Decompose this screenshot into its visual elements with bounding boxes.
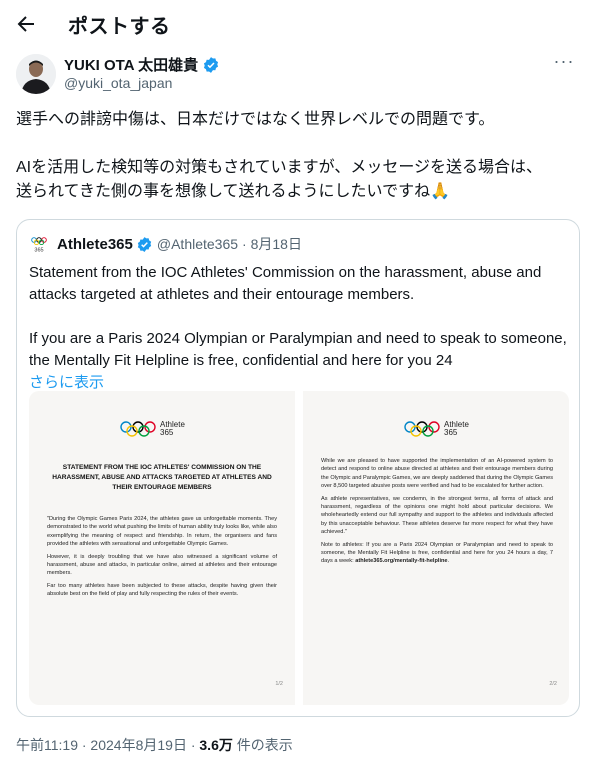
helpline-link: athlete365.org/mentally-fit-helpline xyxy=(355,558,448,565)
post-text-line: 送られてきた側の事を想像して送れるようにしたいですね🙏 xyxy=(16,183,451,200)
statement-image-1[interactable]: Athlete 365 STATEMENT FROM THE IOC ATHLE… xyxy=(29,391,295,705)
post-text-line: 選手への誹謗中傷は、日本だけではなく世界レベルでの問題です。 xyxy=(16,111,495,128)
post-text-line: AIを活用した検知等の対策もされていますが、メッセージを送る場合は、 xyxy=(16,159,542,176)
quoted-post-text: Statement from the IOC Athletes' Commiss… xyxy=(29,262,569,394)
statement-paragraph: While we are pleased to have supported t… xyxy=(321,458,553,490)
statement-body: "During the Olympic Games Paris 2024, th… xyxy=(47,515,277,603)
quoted-text-line: the Mentally Fit Helpline is free, confi… xyxy=(29,352,453,369)
post-timestamp[interactable]: 午前11:19 · 2024年8月19日 · xyxy=(16,737,199,753)
athlete365-logo-icon: Athlete 365 xyxy=(119,421,185,437)
quoted-post[interactable]: 365 Athlete365 @Athlete365 · 8月18日 State… xyxy=(16,219,580,717)
quoted-text-line: If you are a Paris 2024 Olympian or Para… xyxy=(29,330,567,347)
quoted-post-header: 365 Athlete365 @Athlete365 · 8月18日 xyxy=(29,234,302,254)
quoted-media: Athlete 365 STATEMENT FROM THE IOC ATHLE… xyxy=(29,391,569,705)
top-bar: ポストする xyxy=(0,0,592,46)
statement-heading: STATEMENT FROM THE IOC ATHLETES' COMMISS… xyxy=(52,464,272,491)
statement-paragraph: "During the Olympic Games Paris 2024, th… xyxy=(47,516,277,548)
page-number: 2/2 xyxy=(549,681,557,687)
post-author: YUKI OTA 太田雄貴 @yuki_ota_japan ··· xyxy=(16,52,576,98)
view-count-label: 件の表示 xyxy=(232,737,293,753)
author-name[interactable]: YUKI OTA 太田雄貴 xyxy=(64,54,198,75)
statement-image-2[interactable]: Athlete 365 While we are pleased to have… xyxy=(303,391,569,705)
statement-paragraph: As athlete representatives, we condemn, … xyxy=(321,495,553,536)
verified-badge-icon xyxy=(136,236,153,253)
author-handle[interactable]: @yuki_ota_japan xyxy=(64,75,172,91)
quoted-author-name[interactable]: Athlete365 xyxy=(57,236,133,253)
quoted-text-line: attacks targeted at athletes and their e… xyxy=(29,286,415,303)
page-title: ポストする xyxy=(68,16,171,38)
brand-text: 365 xyxy=(444,428,458,437)
page-number: 1/2 xyxy=(275,681,283,687)
statement-paragraph: However, it is deeply troubling that we … xyxy=(47,553,277,577)
post-text: 選手への誹謗中傷は、日本だけではなく世界レベルでの問題です。 AIを活用した検知… xyxy=(16,108,576,204)
author-name-row: YUKI OTA 太田雄貴 xyxy=(64,54,220,75)
back-arrow-icon[interactable] xyxy=(14,12,38,36)
post-metadata: 午前11:19 · 2024年8月19日 · 3.6万 件の表示 xyxy=(16,735,293,755)
statement-paragraph: Note to athletes: If you are a Paris 202… xyxy=(321,541,553,565)
athlete365-logo-icon: 365 xyxy=(29,234,49,254)
statement-paragraph: Far too many athletes have been subjecte… xyxy=(47,582,277,598)
athlete365-logo-icon: Athlete 365 xyxy=(403,421,469,437)
svg-text:365: 365 xyxy=(34,248,43,254)
quoted-post-date[interactable]: · 8月18日 xyxy=(242,234,302,254)
brand-text: 365 xyxy=(160,428,174,437)
more-options-icon[interactable]: ··· xyxy=(552,52,576,74)
avatar[interactable] xyxy=(16,54,56,94)
quoted-author-handle[interactable]: @Athlete365 xyxy=(157,236,238,252)
statement-body: While we are pleased to have supported t… xyxy=(321,457,553,570)
quoted-text-line: Statement from the IOC Athletes' Commiss… xyxy=(29,264,542,281)
view-count: 3.6万 xyxy=(199,737,233,753)
verified-badge-icon xyxy=(202,56,220,74)
